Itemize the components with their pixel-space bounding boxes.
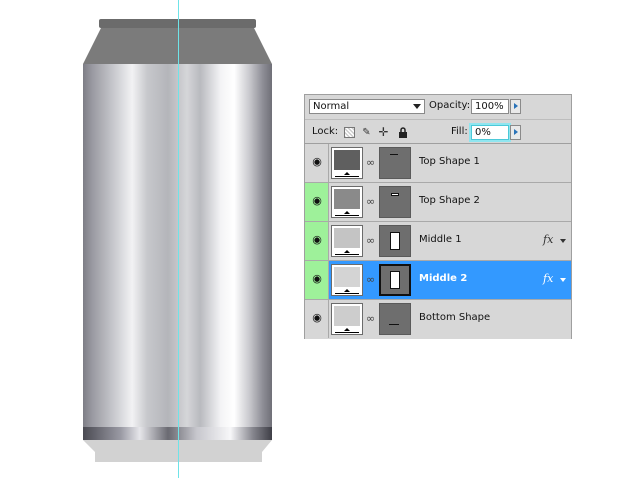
opacity-value: 100% (475, 101, 504, 112)
layer-thumbnail (331, 225, 363, 257)
triangle-icon (344, 328, 350, 331)
layer-name: Top Shape 1 (419, 156, 480, 167)
chain-icon[interactable]: ∞ (366, 196, 375, 208)
thumbnail-line (335, 176, 359, 177)
lock-transparent-icon[interactable] (344, 127, 355, 138)
mask-shape (390, 154, 398, 155)
lock-fill-row: Lock: ✎ ✛ Fill: 0% (305, 119, 571, 144)
triangle-icon (344, 250, 350, 253)
color-swatch (334, 267, 360, 287)
layer-name: Bottom Shape (419, 312, 491, 323)
chain-icon[interactable]: ∞ (366, 157, 375, 169)
fill-slider-button[interactable] (510, 125, 521, 140)
eye-icon: ◉ (312, 155, 322, 168)
mask-shape (390, 232, 400, 250)
opacity-label: Opacity: (429, 100, 471, 111)
color-swatch (334, 306, 360, 326)
visibility-toggle[interactable]: ◉ (305, 183, 329, 221)
chevron-down-icon (413, 104, 421, 109)
fill-label: Fill: (451, 126, 468, 137)
lock-brush-icon[interactable]: ✎ (361, 127, 372, 138)
color-swatch (334, 150, 360, 170)
layer-row-top-shape-1[interactable]: ◉ ∞ Top Shape 1 (305, 144, 571, 183)
fx-icon[interactable]: fx (543, 233, 553, 246)
can-artwork (83, 19, 272, 462)
lock-label: Lock: (312, 126, 339, 137)
vector-mask-thumbnail[interactable] (379, 225, 411, 257)
visibility-toggle[interactable]: ◉ (305, 222, 329, 260)
lock-move-icon[interactable]: ✛ (378, 126, 389, 138)
lock-all-icon[interactable] (397, 127, 408, 138)
eye-icon: ◉ (312, 194, 322, 207)
vector-mask-thumbnail[interactable] (379, 264, 411, 296)
fx-icon[interactable]: fx (543, 272, 553, 285)
color-swatch (334, 228, 360, 248)
thumbnail-line (335, 293, 359, 294)
visibility-toggle[interactable]: ◉ (305, 261, 329, 299)
fill-value: 0% (475, 127, 491, 138)
fill-input[interactable]: 0% (471, 125, 509, 140)
opacity-input[interactable]: 100% (471, 99, 509, 114)
vertical-guide-line[interactable] (178, 0, 179, 478)
visibility-toggle[interactable]: ◉ (305, 144, 329, 182)
thumbnail-line (335, 332, 359, 333)
vector-mask-thumbnail[interactable] (379, 186, 411, 218)
layer-row-bottom-shape[interactable]: ◉ ∞ Bottom Shape (305, 300, 571, 339)
visibility-toggle[interactable]: ◉ (305, 300, 329, 338)
mask-shape (391, 193, 399, 196)
triangle-icon (344, 172, 350, 175)
layers-panel: Normal Opacity: 100% Lock: ✎ ✛ Fill: 0% … (304, 94, 572, 339)
chain-icon[interactable]: ∞ (366, 274, 375, 286)
eye-icon: ◉ (312, 272, 322, 285)
eye-icon: ◉ (312, 233, 322, 246)
chain-icon[interactable]: ∞ (366, 313, 375, 325)
thumbnail-line (335, 254, 359, 255)
opacity-slider-button[interactable] (510, 99, 521, 114)
blend-mode-value: Normal (313, 101, 350, 112)
mask-shape (390, 271, 400, 289)
layer-name: Middle 2 (419, 273, 468, 284)
layer-thumbnail (331, 264, 363, 296)
layer-thumbnail (331, 303, 363, 335)
mask-shape (389, 324, 399, 325)
triangle-icon (344, 211, 350, 214)
eye-icon: ◉ (312, 311, 322, 324)
vector-mask-thumbnail[interactable] (379, 147, 411, 179)
thumbnail-line (335, 215, 359, 216)
layer-thumbnail (331, 147, 363, 179)
chevron-down-icon[interactable] (560, 239, 566, 243)
layer-thumbnail (331, 186, 363, 218)
layer-name: Top Shape 2 (419, 195, 480, 206)
chain-icon[interactable]: ∞ (366, 235, 375, 247)
chevron-down-icon[interactable] (560, 278, 566, 282)
vector-mask-thumbnail[interactable] (379, 303, 411, 335)
blend-mode-select[interactable]: Normal (309, 99, 425, 114)
layer-row-top-shape-2[interactable]: ◉ ∞ Top Shape 2 (305, 183, 571, 222)
layer-name: Middle 1 (419, 234, 462, 245)
triangle-icon (344, 289, 350, 292)
layer-row-middle-1[interactable]: ◉ ∞ Middle 1 fx (305, 222, 571, 261)
layer-row-middle-2[interactable]: ◉ ∞ Middle 2 fx (305, 261, 571, 300)
color-swatch (334, 189, 360, 209)
blend-opacity-row: Normal Opacity: 100% (305, 95, 571, 119)
